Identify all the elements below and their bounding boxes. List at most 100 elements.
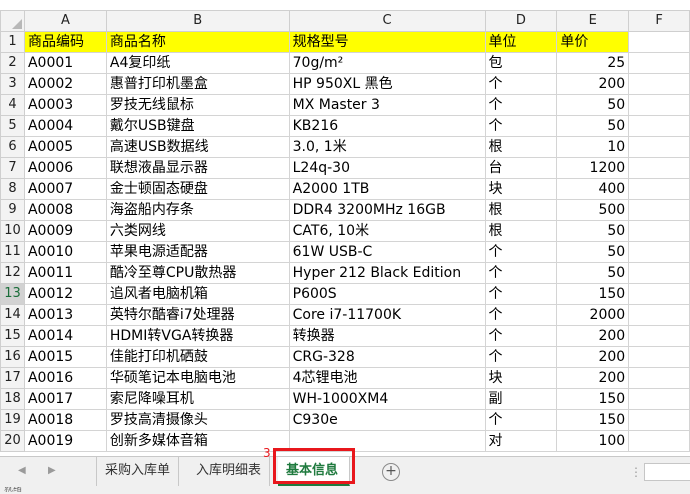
cell-f10[interactable] [628, 220, 690, 242]
row-header[interactable]: 17 [0, 367, 25, 389]
cell-d16[interactable]: 个 [484, 346, 558, 368]
cell-b3[interactable]: 惠普打印机墨盒 [105, 73, 290, 95]
cell-a6[interactable]: A0005 [23, 136, 107, 158]
cell-c10[interactable]: CAT6, 10米 [288, 220, 486, 242]
cell-d3[interactable]: 个 [484, 73, 558, 95]
cell-d20[interactable]: 对 [484, 430, 558, 452]
cell-f8[interactable] [628, 178, 690, 200]
cell-a9[interactable]: A0008 [23, 199, 107, 221]
cell-c17[interactable]: 4芯锂电池 [288, 367, 486, 389]
cell-a12[interactable]: A0011 [23, 262, 107, 284]
cell-c15[interactable]: 转换器 [288, 325, 486, 347]
cell-d10[interactable]: 根 [484, 220, 558, 242]
cell-d19[interactable]: 个 [484, 409, 558, 431]
row-header[interactable]: 15 [0, 325, 25, 347]
column-header-e[interactable]: E [556, 10, 630, 32]
cell-a17[interactable]: A0016 [23, 367, 107, 389]
select-all-corner[interactable] [0, 10, 25, 32]
row-header[interactable]: 3 [0, 73, 25, 95]
cell-f5[interactable] [628, 115, 690, 137]
row-header[interactable]: 4 [0, 94, 25, 116]
row-header[interactable]: 2 [0, 52, 25, 74]
cell-f7[interactable] [628, 157, 690, 179]
cell-b15[interactable]: HDMI转VGA转换器 [105, 325, 290, 347]
cell-c4[interactable]: MX Master 3 [288, 94, 486, 116]
cell-c13[interactable]: P600S [288, 283, 486, 305]
column-header-c[interactable]: C [288, 10, 486, 32]
cell-d2[interactable]: 包 [484, 52, 558, 74]
cell-c16[interactable]: CRG-328 [288, 346, 486, 368]
row-header[interactable]: 14 [0, 304, 25, 326]
cell-a11[interactable]: A0010 [23, 241, 107, 263]
row-header[interactable]: 20 [0, 430, 25, 452]
row-header[interactable]: 9 [0, 199, 25, 221]
cell-c12[interactable]: Hyper 212 Black Edition [288, 262, 486, 284]
cell-b2[interactable]: A4复印纸 [105, 52, 290, 74]
cell-c9[interactable]: DDR4 3200MHz 16GB [288, 199, 486, 221]
cell-e11[interactable]: 50 [556, 241, 630, 263]
cell-f6[interactable] [628, 136, 690, 158]
cell-b11[interactable]: 苹果电源适配器 [105, 241, 290, 263]
cell-f15[interactable] [628, 325, 690, 347]
cell-e6[interactable]: 10 [556, 136, 630, 158]
cell-e17[interactable]: 200 [556, 367, 630, 389]
cell-e13[interactable]: 150 [556, 283, 630, 305]
cell-f13[interactable] [628, 283, 690, 305]
cell-e10[interactable]: 50 [556, 220, 630, 242]
cell-c7[interactable]: L24q-30 [288, 157, 486, 179]
cell-a4[interactable]: A0003 [23, 94, 107, 116]
cell-f3[interactable] [628, 73, 690, 95]
cell-d14[interactable]: 个 [484, 304, 558, 326]
column-header-b[interactable]: B [105, 10, 290, 32]
cell-d11[interactable]: 个 [484, 241, 558, 263]
cell-a19[interactable]: A0018 [23, 409, 107, 431]
cell-a2[interactable]: A0001 [23, 52, 107, 74]
row-header[interactable]: 13 [0, 283, 25, 305]
more-options-icon[interactable]: ⋮ [630, 465, 642, 479]
cell-c20[interactable] [288, 430, 486, 452]
cell-c5[interactable]: KB216 [288, 115, 486, 137]
cell-e8[interactable]: 400 [556, 178, 630, 200]
cell-f20[interactable] [628, 430, 690, 452]
cell-b1[interactable]: 商品名称 [105, 31, 290, 53]
cell-e2[interactable]: 25 [556, 52, 630, 74]
cell-d4[interactable]: 个 [484, 94, 558, 116]
cell-a5[interactable]: A0004 [23, 115, 107, 137]
horizontal-scrollbar[interactable] [644, 463, 690, 481]
cell-d8[interactable]: 块 [484, 178, 558, 200]
cell-c11[interactable]: 61W USB-C [288, 241, 486, 263]
cell-e14[interactable]: 2000 [556, 304, 630, 326]
cell-b16[interactable]: 佳能打印机硒鼓 [105, 346, 290, 368]
cell-a1[interactable]: 商品编码 [23, 31, 107, 53]
cell-d12[interactable]: 个 [484, 262, 558, 284]
cell-a14[interactable]: A0013 [23, 304, 107, 326]
cell-a15[interactable]: A0014 [23, 325, 107, 347]
cell-f2[interactable] [628, 52, 690, 74]
cell-d9[interactable]: 根 [484, 199, 558, 221]
cell-b6[interactable]: 高速USB数据线 [105, 136, 290, 158]
cell-f17[interactable] [628, 367, 690, 389]
tab-basic-info[interactable]: 基本信息 [278, 457, 350, 486]
cell-a8[interactable]: A0007 [23, 178, 107, 200]
cell-c18[interactable]: WH-1000XM4 [288, 388, 486, 410]
column-header-a[interactable]: A [23, 10, 107, 32]
cell-a16[interactable]: A0015 [23, 346, 107, 368]
cell-d15[interactable]: 个 [484, 325, 558, 347]
cell-d13[interactable]: 个 [484, 283, 558, 305]
tab-receipt-detail[interactable]: 入库明细表 [188, 457, 271, 486]
row-header[interactable]: 10 [0, 220, 25, 242]
cell-a18[interactable]: A0017 [23, 388, 107, 410]
cell-f9[interactable] [628, 199, 690, 221]
column-header-f[interactable]: F [628, 10, 690, 32]
cell-e20[interactable]: 100 [556, 430, 630, 452]
row-header[interactable]: 7 [0, 157, 25, 179]
cell-b4[interactable]: 罗技无线鼠标 [105, 94, 290, 116]
cell-b14[interactable]: 英特尔酷睿i7处理器 [105, 304, 290, 326]
cell-c19[interactable]: C930e [288, 409, 486, 431]
cell-a20[interactable]: A0019 [23, 430, 107, 452]
cell-d6[interactable]: 根 [484, 136, 558, 158]
cell-d5[interactable]: 个 [484, 115, 558, 137]
row-header[interactable]: 8 [0, 178, 25, 200]
cell-c3[interactable]: HP 950XL 黑色 [288, 73, 486, 95]
add-sheet-icon[interactable]: + [382, 463, 400, 481]
